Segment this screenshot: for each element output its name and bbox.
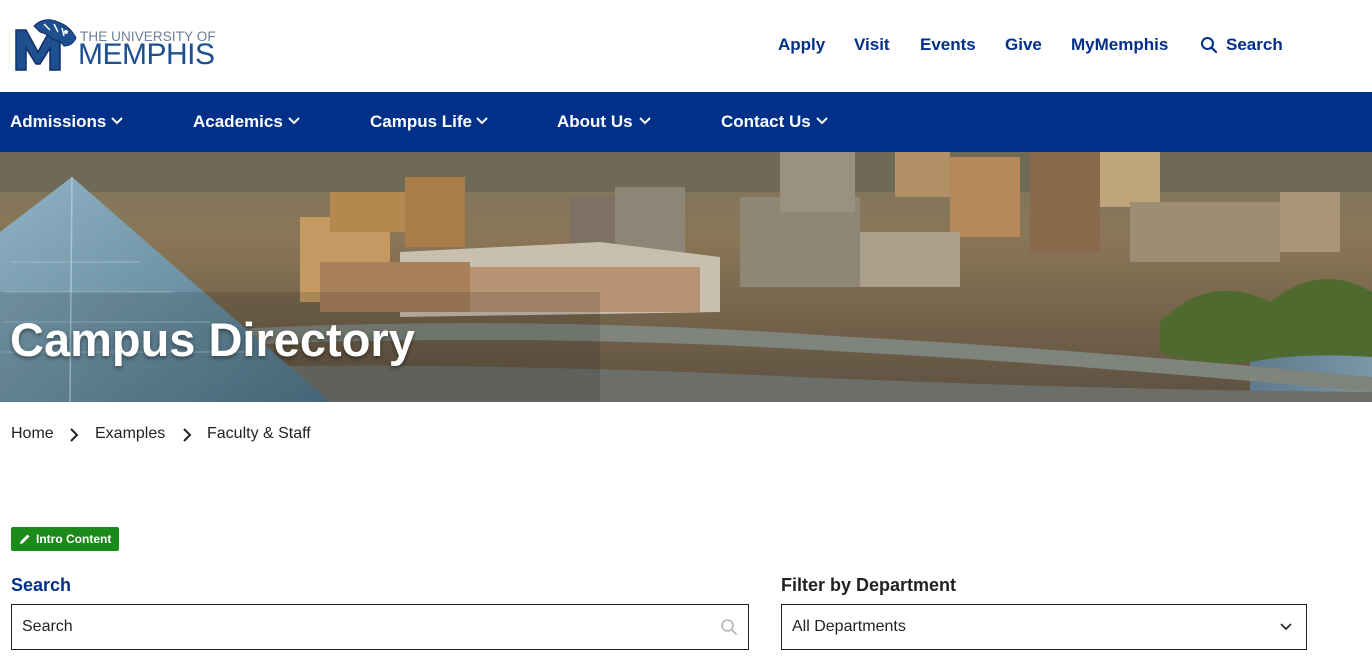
search-icon bbox=[1201, 37, 1218, 54]
hero-banner: Campus Directory bbox=[0, 152, 1372, 402]
nav-item-label: About Us bbox=[557, 112, 633, 131]
search-icon[interactable] bbox=[720, 618, 738, 636]
breadcrumb-home[interactable]: Home bbox=[11, 424, 54, 444]
page-title: Campus Directory bbox=[10, 313, 415, 366]
department-select[interactable]: All Departments bbox=[781, 604, 1307, 650]
chevron-down-icon bbox=[111, 117, 123, 125]
pencil-icon bbox=[20, 534, 30, 544]
utility-link-visit[interactable]: Visit bbox=[854, 34, 890, 56]
utility-search-label: Search bbox=[1226, 35, 1283, 54]
filter-department-label: Filter by Department bbox=[781, 575, 957, 595]
chevron-down-icon bbox=[476, 117, 488, 125]
chevron-right-icon bbox=[183, 428, 192, 442]
utility-link-events[interactable]: Events bbox=[920, 34, 976, 56]
site-header: THE UNIVERSITY OF MEMPHIS Apply Visit Ev… bbox=[0, 0, 1372, 92]
chevron-down-icon bbox=[1280, 623, 1292, 631]
search-input[interactable] bbox=[12, 605, 712, 649]
nav-item-campus-life[interactable]: Campus Life bbox=[370, 111, 495, 133]
nav-item-contact-us[interactable]: Contact Us bbox=[721, 111, 836, 133]
nav-item-label: Contact Us bbox=[721, 112, 811, 131]
nav-item-label: Academics bbox=[193, 112, 283, 131]
chevron-down-icon bbox=[816, 117, 828, 125]
intro-content-edit-badge[interactable]: Intro Content bbox=[11, 527, 119, 551]
chevron-down-icon bbox=[639, 117, 651, 125]
utility-link-give[interactable]: Give bbox=[1005, 34, 1042, 56]
department-select-value: All Departments bbox=[792, 618, 906, 635]
breadcrumb-examples[interactable]: Examples bbox=[95, 424, 165, 444]
main-nav: Admissions Academics Campus Life About U… bbox=[0, 92, 1372, 152]
chevron-right-icon bbox=[70, 428, 79, 442]
breadcrumb-current: Faculty & Staff bbox=[207, 425, 311, 442]
search-label: Search bbox=[11, 575, 72, 595]
chevron-down-icon bbox=[288, 117, 300, 125]
breadcrumb: Home Examples Faculty & Staff bbox=[11, 424, 511, 444]
nav-item-label: Admissions bbox=[10, 112, 107, 131]
nav-item-admissions[interactable]: Admissions bbox=[10, 111, 130, 133]
utility-nav: Apply Visit Events Give MyMemphis Search bbox=[0, 34, 1372, 56]
nav-item-about-us[interactable]: About Us bbox=[557, 111, 657, 133]
intro-content-label: Intro Content bbox=[36, 532, 112, 546]
utility-link-apply[interactable]: Apply bbox=[778, 34, 825, 56]
nav-item-academics[interactable]: Academics bbox=[193, 111, 308, 133]
nav-item-label: Campus Life bbox=[370, 112, 473, 131]
utility-link-mymemphis[interactable]: MyMemphis bbox=[1071, 34, 1168, 56]
search-field[interactable] bbox=[11, 604, 749, 650]
